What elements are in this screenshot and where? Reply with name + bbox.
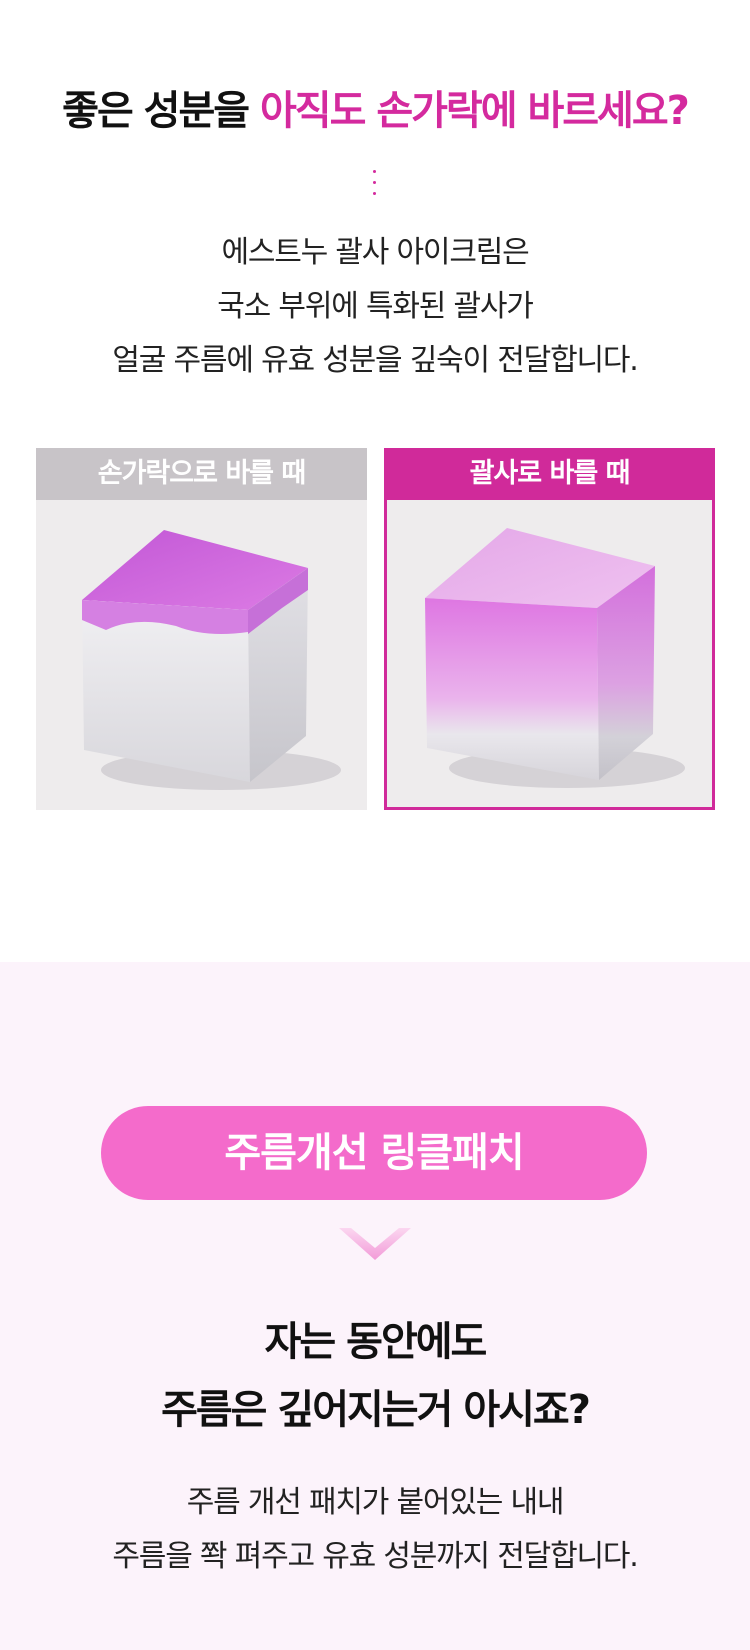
patch-heading-line-2: 주름은 깊어지는거 아시죠? (161, 1387, 591, 1433)
wrinkle-patch-section: 주름개선 링클패치 자는 동안에도 주름은 깊어지는거 아시죠? 주름 개선 패… (0, 962, 750, 1650)
wrinkle-patch-badge: 주름개선 링클패치 (101, 1106, 647, 1200)
patch-heading: 자는 동안에도 주름은 깊어지는거 아시죠? (0, 1308, 750, 1444)
finger-comparison-card: 손가락으로 바를 때 (36, 448, 367, 810)
finger-absorption-image (36, 500, 367, 810)
intro-line-1: 에스트누 괄사 아이크림은 (221, 235, 529, 270)
finger-comparison-label: 손가락으로 바를 때 (36, 448, 367, 500)
patch-description: 주름 개선 패치가 붙어있는 내내 주름을 쫙 펴주고 유효 성분까지 전달합니… (0, 1476, 750, 1584)
headline-part-1: 좋은 성분을 (62, 88, 260, 134)
intro-line-2: 국소 부위에 특화된 괄사가 (217, 289, 534, 324)
guasha-intro-section: 좋은 성분을 아직도 손가락에 바르세요? 에스트누 괄사 아이크림은 국소 부… (0, 0, 750, 962)
dotted-divider-icon (371, 170, 379, 198)
patch-description-line-2: 주름을 쫙 펴주고 유효 성분까지 전달합니다. (112, 1539, 638, 1574)
headline-part-2: 아직도 손가락에 바르세요? (260, 88, 690, 134)
headline: 좋은 성분을 아직도 손가락에 바르세요? (0, 78, 750, 136)
guasha-absorption-image (384, 500, 715, 810)
intro-line-3: 얼굴 주름에 유효 성분을 깊숙이 전달합니다. (112, 343, 638, 378)
guasha-comparison-label: 괄사로 바를 때 (384, 448, 715, 500)
patch-description-line-1: 주름 개선 패치가 붙어있는 내내 (186, 1485, 565, 1520)
guasha-comparison-card: 괄사로 바를 때 (384, 448, 715, 810)
guasha-cube-graphic (425, 528, 685, 788)
chevron-down-icon (339, 1228, 411, 1260)
intro-text: 에스트누 괄사 아이크림은 국소 부위에 특화된 괄사가 얼굴 주름에 유효 성… (0, 226, 750, 388)
finger-cube-graphic (82, 530, 341, 790)
patch-heading-line-1: 자는 동안에도 (264, 1319, 488, 1365)
